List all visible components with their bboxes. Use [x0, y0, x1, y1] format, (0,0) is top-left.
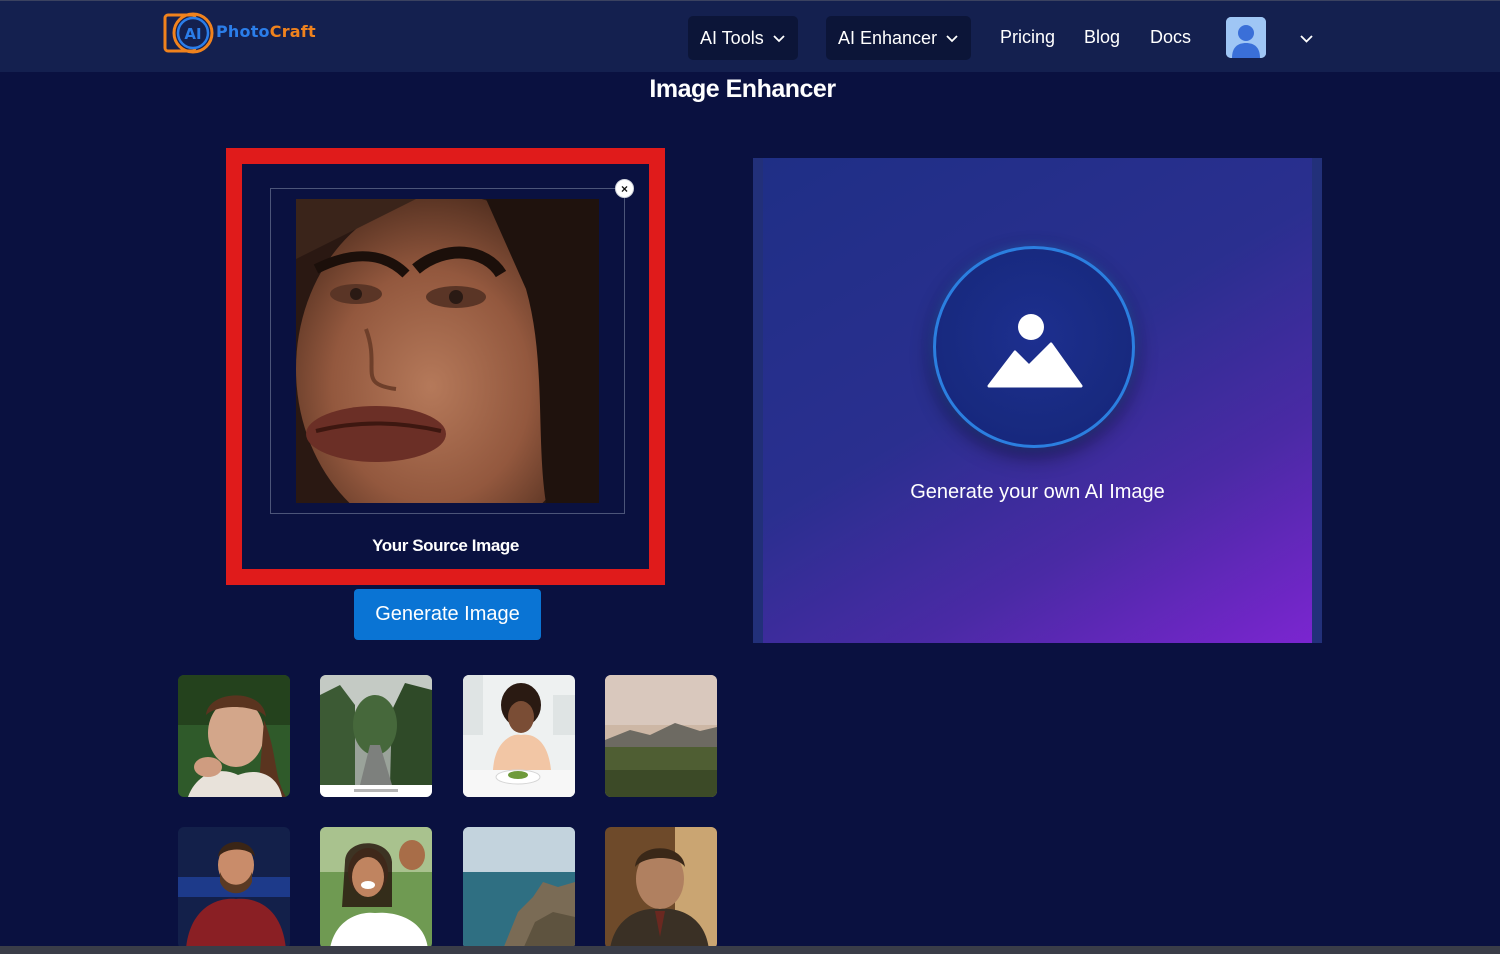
thumbnail-landscape-hills[interactable] [605, 675, 717, 797]
window-bottom-edge [0, 946, 1500, 954]
nav-pricing-link[interactable]: Pricing [1000, 27, 1055, 48]
thumbnail-man-portrait[interactable] [605, 827, 717, 949]
close-icon: × [620, 181, 628, 196]
image-placeholder-icon [987, 314, 1083, 388]
logo[interactable]: AI PhotoCraft [163, 9, 323, 57]
nav-ai-tools-dropdown[interactable]: AI Tools [688, 16, 798, 60]
chevron-down-icon [773, 35, 785, 43]
source-image [296, 199, 599, 503]
thumbnail-mother-daughter[interactable] [320, 827, 432, 949]
thumbnail-coastline[interactable] [463, 827, 575, 949]
source-image-label: Your Source Image [372, 536, 519, 555]
source-image-container [270, 188, 625, 514]
ai-panel-text: Generate your own AI Image [910, 481, 1165, 503]
user-icon [1226, 17, 1266, 58]
thumbnail-forest-road[interactable] [320, 675, 432, 797]
remove-image-button[interactable]: × [615, 179, 634, 198]
nav-ai-tools-label: AI Tools [700, 27, 764, 48]
user-menu-chevron-icon[interactable] [1299, 31, 1314, 46]
image-placeholder-circle[interactable] [933, 246, 1135, 448]
source-image-card: × Your Source Image [226, 148, 665, 585]
user-avatar[interactable] [1226, 17, 1266, 58]
ai-generate-panel[interactable]: Generate your own AI Image [753, 158, 1322, 643]
thumbnail-man-red-shirt[interactable] [178, 827, 290, 949]
nav-ai-enhancer-dropdown[interactable]: AI Enhancer [826, 16, 972, 60]
thumbnail-woman-portrait[interactable] [178, 675, 290, 797]
nav-ai-enhancer-label: AI Enhancer [838, 27, 938, 48]
svg-text:AI: AI [184, 25, 201, 43]
page-title: Image Enhancer [649, 75, 836, 103]
logo-text: PhotoCraft [216, 22, 316, 41]
chevron-down-icon [946, 35, 958, 43]
nav-docs-link[interactable]: Docs [1150, 27, 1191, 48]
thumbnail-woman-eating[interactable] [463, 675, 575, 797]
generate-image-button[interactable]: Generate Image [354, 589, 541, 640]
logo-camera-icon: AI [163, 12, 214, 54]
nav-blog-link[interactable]: Blog [1084, 27, 1120, 48]
top-navbar: AI PhotoCraft AI Tools AI Enhancer Prici… [0, 0, 1500, 72]
page: AI PhotoCraft AI Tools AI Enhancer Prici… [0, 0, 1500, 954]
